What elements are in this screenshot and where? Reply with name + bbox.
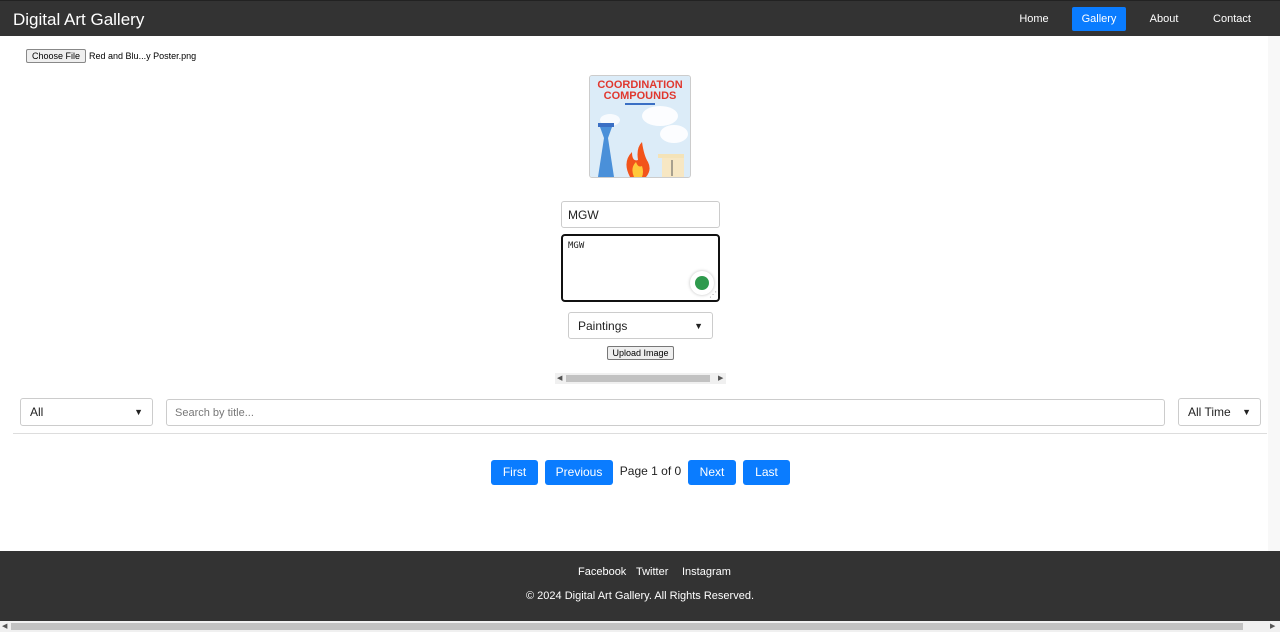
last-page-button[interactable]: Last: [743, 460, 790, 485]
choose-file-button[interactable]: Choose File: [26, 49, 87, 63]
poster-illustration: COORDINATION COMPOUNDS: [590, 76, 690, 177]
page-indicator: Page 1 of 0: [619, 464, 682, 478]
footer-link-instagram[interactable]: Instagram: [682, 566, 731, 578]
image-preview: COORDINATION COMPOUNDS: [589, 75, 691, 178]
page-scrollbar-thumb[interactable]: [11, 623, 1243, 630]
search-input[interactable]: [166, 399, 1165, 426]
footer: Facebook Twitter Instagram © 2024 Digita…: [0, 551, 1280, 621]
page-horizontal-scrollbar[interactable]: ◀ ▶: [0, 621, 1280, 632]
category-filter-value: All: [30, 405, 44, 419]
nav-home[interactable]: Home: [1010, 7, 1058, 31]
chevron-down-icon: ▼: [1242, 407, 1251, 417]
nav-gallery[interactable]: Gallery: [1072, 7, 1126, 31]
time-filter-value: All Time: [1188, 405, 1231, 419]
title-input[interactable]: [561, 201, 720, 228]
scroll-left-arrow-icon[interactable]: ◀: [557, 373, 562, 384]
footer-link-twitter[interactable]: Twitter: [636, 566, 668, 578]
previous-page-button[interactable]: Previous: [545, 460, 613, 485]
chevron-down-icon: ▼: [694, 320, 703, 331]
scrollbar-thumb[interactable]: [566, 375, 710, 382]
footer-link-facebook[interactable]: Facebook: [578, 566, 626, 578]
time-filter-select[interactable]: All Time ▼: [1178, 398, 1261, 426]
page-vertical-scrollbar[interactable]: [1268, 36, 1280, 551]
copyright-text: © 2024 Digital Art Gallery. All Rights R…: [526, 590, 754, 602]
scroll-right-arrow-icon[interactable]: ▶: [718, 373, 723, 384]
scroll-right-arrow-icon[interactable]: ▶: [1270, 621, 1275, 632]
resize-handle-icon[interactable]: ⋰: [709, 291, 717, 299]
brand-title[interactable]: Digital Art Gallery: [13, 10, 144, 30]
scroll-left-arrow-icon[interactable]: ◀: [2, 621, 7, 632]
next-page-button[interactable]: Next: [688, 460, 736, 485]
chosen-file-name: Red and Blu...y Poster.png: [89, 51, 197, 61]
category-filter-select[interactable]: All ▼: [20, 398, 153, 426]
navbar: Digital Art Gallery Home Gallery About C…: [0, 0, 1280, 36]
nav-about[interactable]: About: [1140, 7, 1188, 31]
chevron-down-icon: ▼: [134, 407, 143, 417]
upload-category-select[interactable]: Paintings ▼: [568, 312, 713, 339]
upload-category-value: Paintings: [578, 318, 628, 333]
poster-heading-line2: COMPOUNDS: [604, 90, 677, 102]
divider: [13, 433, 1267, 434]
first-page-button[interactable]: First: [491, 460, 538, 485]
file-chooser: Choose File Red and Blu...y Poster.png: [26, 49, 196, 63]
preview-scrollbar[interactable]: ◀ ▶: [555, 373, 726, 384]
upload-image-button[interactable]: Upload Image: [607, 346, 674, 360]
nav-contact[interactable]: Contact: [1202, 7, 1262, 31]
